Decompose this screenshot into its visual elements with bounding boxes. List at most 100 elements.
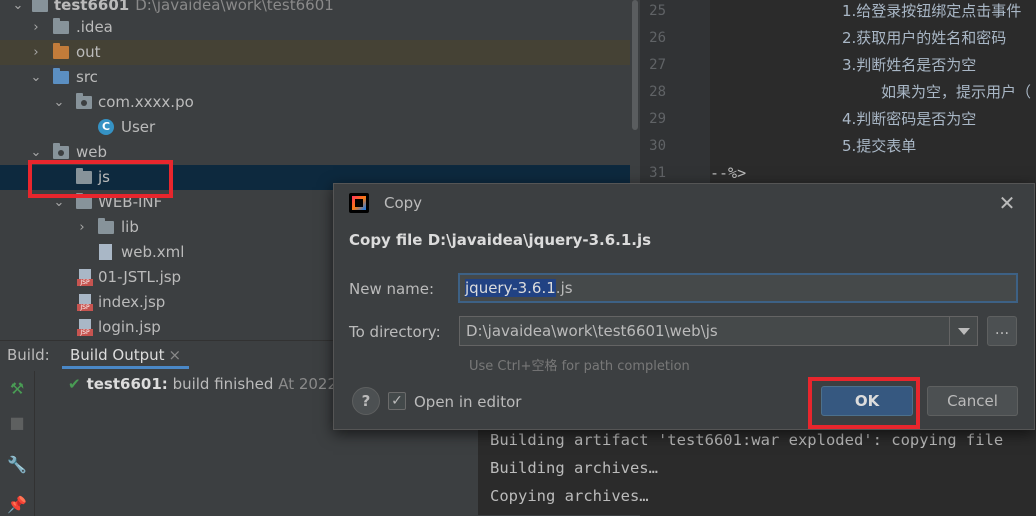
build-project: test6601: (86, 375, 168, 393)
browse-button[interactable]: ... (987, 316, 1017, 346)
jsp-file-icon: JSP (77, 319, 93, 336)
scrollbar-thumb[interactable] (632, 0, 638, 130)
tree-root-label: test6601 (54, 0, 130, 14)
source-folder-icon (53, 68, 69, 84)
tree-item-label: lib (121, 218, 139, 236)
editor-line: 28 如果为空，提示用户（ (640, 79, 1036, 106)
jsp-file-icon: JSP (77, 294, 93, 311)
hammer-icon[interactable]: ⚒ (7, 379, 27, 399)
chevron-down-icon[interactable]: ⌄ (30, 65, 42, 90)
line-number: 25 (649, 3, 666, 19)
cancel-button[interactable]: Cancel (927, 386, 1018, 416)
selected-text: jquery-3.6.1 (465, 279, 556, 297)
code-text: 5.提交表单 (842, 137, 917, 155)
pin-icon[interactable]: 📌 (7, 495, 27, 515)
folder-icon (53, 18, 69, 34)
build-label: Build: (7, 346, 50, 364)
tree-item-out[interactable]: › out (0, 40, 640, 65)
copy-dialog: Copy ✕ Copy file D:\javaidea\jquery-3.6.… (333, 183, 1035, 430)
directory-value: D:\javaidea\work\test6601\web\js (466, 322, 718, 340)
tree-item-label: .idea (76, 18, 113, 36)
package-icon (76, 93, 92, 109)
open-in-editor-label[interactable]: Open in editor (414, 393, 521, 411)
tree-item-label: 01-JSTL.jsp (98, 268, 182, 286)
class-icon: C (98, 119, 114, 135)
editor-line: 30 5.提交表单 (640, 133, 1036, 160)
tree-item-package[interactable]: ⌄ com.xxxx.po (0, 90, 640, 115)
tab-build-output[interactable]: Build Output × (62, 341, 190, 369)
check-icon: ✔ (68, 375, 81, 393)
chevron-down-icon[interactable]: ⌄ (53, 190, 65, 215)
module-folder-icon (32, 0, 48, 12)
editor-line: 29 4.判断密码是否为空 (640, 106, 1036, 133)
to-directory-label: To directory: (349, 323, 441, 341)
code-text: 4.判断密码是否为空 (842, 110, 977, 128)
tree-item-user-class[interactable]: C User (0, 115, 640, 140)
wrench-icon[interactable]: 🔧 (7, 455, 27, 475)
tree-item-label: index.jsp (98, 293, 166, 311)
tree-item-label: com.xxxx.po (98, 93, 194, 111)
new-name-label: New name: (349, 280, 435, 298)
line-number: 29 (649, 111, 666, 127)
jsp-file-icon: JSP (77, 269, 93, 286)
dialog-title: Copy (384, 194, 423, 212)
chevron-down-icon[interactable]: ⌄ (53, 90, 65, 115)
line-number: 27 (649, 57, 666, 73)
chevron-down-icon[interactable]: ⌄ (30, 140, 42, 165)
chevron-right-icon[interactable]: › (76, 215, 88, 240)
tree-item-idea[interactable]: › .idea (0, 15, 640, 40)
tree-item-label: WEB-INF (98, 193, 163, 211)
tree-item-label: web (76, 143, 108, 161)
editor-line: 26 2.获取用户的姓名和密码 (640, 25, 1036, 52)
directory-combobox[interactable]: D:\javaidea\work\test6601\web\js (459, 316, 978, 346)
line-number: 26 (649, 30, 666, 46)
build-status-text: build finished (172, 375, 274, 393)
tree-item-label: src (76, 68, 98, 86)
tree-item-label: js (98, 168, 110, 186)
web-folder-icon (53, 143, 69, 159)
build-status[interactable]: ✔ test6601: build finished At 2022/1 (68, 375, 352, 393)
tree-item-label: User (121, 118, 156, 136)
console-line: Copying archives… (490, 487, 649, 505)
intellij-icon (349, 193, 369, 213)
tree-item-src[interactable]: ⌄ src (0, 65, 640, 90)
close-tab-icon[interactable]: × (169, 346, 182, 364)
help-button[interactable]: ? (352, 387, 380, 415)
excluded-folder-icon (53, 43, 69, 59)
close-icon[interactable]: ✕ (994, 190, 1020, 216)
folder-icon (76, 168, 92, 184)
editor-line: 27 3.判断姓名是否为空 (640, 52, 1036, 79)
line-number: 28 (649, 84, 666, 100)
chevron-right-icon[interactable]: › (30, 15, 42, 40)
editor-line: 25 1.给登录按钮绑定点击事件 (640, 0, 1036, 25)
tree-item-label: login.jsp (98, 318, 161, 336)
open-in-editor-checkbox[interactable]: ✓ (388, 392, 406, 410)
tree-item-label: web.xml (121, 243, 185, 261)
folder-icon (98, 218, 114, 234)
name-extension: .js (555, 279, 573, 297)
code-text: 2.获取用户的姓名和密码 (842, 29, 1007, 47)
ok-button[interactable]: OK (821, 386, 913, 416)
console-line: Building artifact 'test6601:war exploded… (490, 431, 1004, 449)
folder-icon (76, 193, 92, 209)
dropdown-arrow-icon[interactable] (949, 316, 978, 346)
stop-icon[interactable]: ■ (7, 413, 27, 433)
build-toolbar: ⚒ ■ 🔧 📌 (0, 371, 35, 516)
build-console: Building artifact 'test6601:war exploded… (478, 425, 1036, 515)
tree-item-label: out (76, 43, 101, 61)
code-text: 如果为空，提示用户（ (881, 83, 1032, 101)
dialog-subtitle: Copy file D:\javaidea\jquery-3.6.1.js (349, 231, 652, 249)
new-name-input[interactable]: jquery-3.6.1.js (458, 273, 1018, 303)
xml-file-icon (99, 244, 112, 260)
dialog-titlebar[interactable]: Copy ✕ (334, 184, 1034, 222)
chevron-right-icon[interactable]: › (30, 40, 42, 65)
tab-label: Build Output (70, 346, 165, 364)
tree-root-path: D:\javaidea\work\test6601 (135, 0, 334, 14)
line-number: 30 (649, 138, 666, 154)
tree-item-web[interactable]: ⌄ web (0, 140, 640, 165)
console-line: Building archives… (490, 459, 658, 477)
path-completion-hint: Use Ctrl+空格 for path completion (469, 359, 690, 374)
code-text: 1.给登录按钮绑定点击事件 (842, 2, 1022, 20)
code-editor[interactable]: 25 1.给登录按钮绑定点击事件 26 2.获取用户的姓名和密码 27 3.判断… (640, 0, 1036, 185)
code-text: 3.判断姓名是否为空 (842, 56, 977, 74)
